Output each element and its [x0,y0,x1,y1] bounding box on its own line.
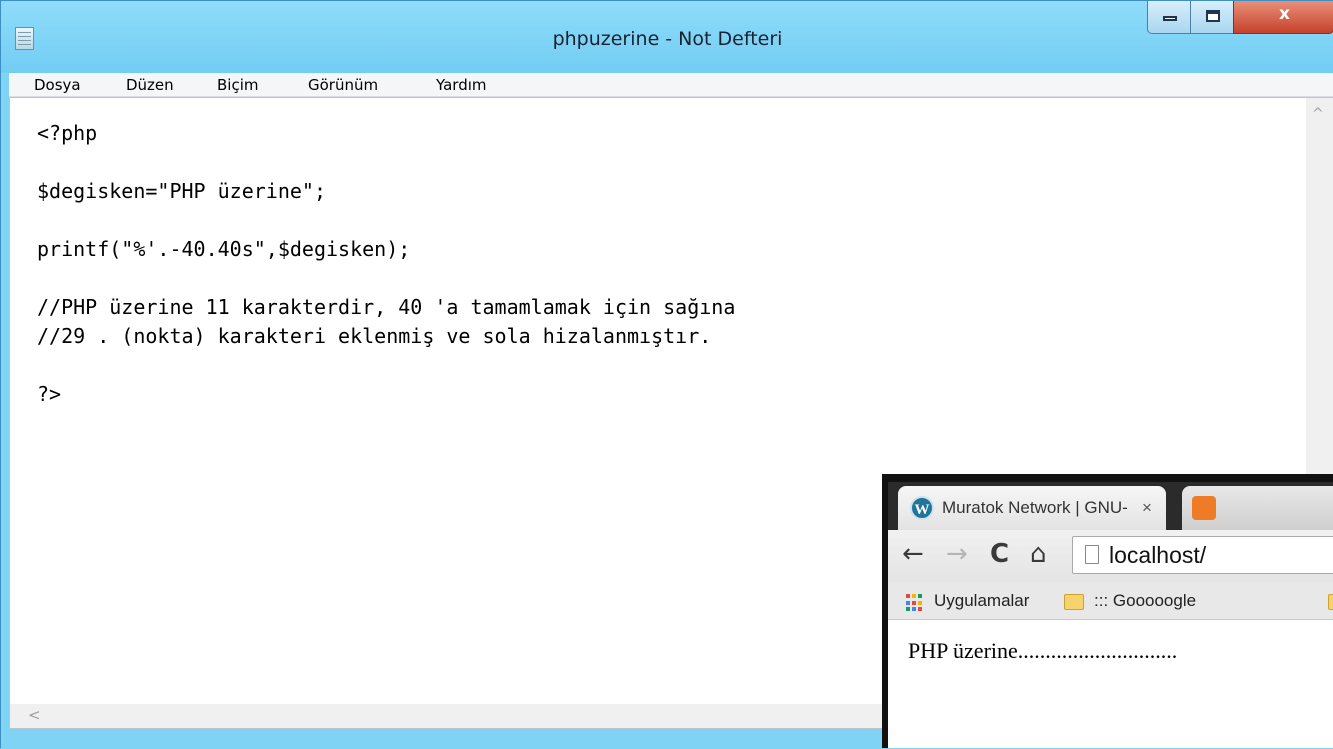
apps-grid-dot [912,600,916,605]
close-button[interactable]: x [1233,1,1333,34]
browser-toolbar: ← → C ⌂ localhost/ [888,530,1333,582]
home-icon[interactable]: ⌂ [1030,539,1047,569]
code-line: $degisken="PHP üzerine"; [37,179,326,203]
title-bar[interactable]: phpuzerine - Not Defteri x [1,1,1333,73]
code-line: ?> [37,382,62,406]
apps-grid-dot [906,607,910,612]
apps-grid-dot [918,600,922,605]
menu-gorunum[interactable]: Görünüm [308,76,378,94]
php-output: PHP üzerine............................. [908,638,1178,663]
apps-grid-dot [918,607,922,612]
close-icon: x [1279,4,1290,24]
maximize-button[interactable] [1190,1,1234,34]
code-line: <?php [37,121,98,145]
url-text[interactable]: localhost/ [1109,542,1206,569]
apps-grid-dot [906,594,910,598]
address-bar[interactable]: localhost/ [1072,536,1333,574]
scroll-left-icon[interactable]: < [28,706,41,724]
tab-favicon-icon [1192,496,1216,520]
menu-yardim[interactable]: Yardım [436,76,487,94]
maximize-icon [1206,10,1220,22]
forward-arrow-icon[interactable]: → [946,539,968,569]
folder-icon[interactable] [1064,594,1084,610]
code-line: //29 . (nokta) karakteri eklenmiş ve sol… [37,324,712,348]
browser-tab-second[interactable] [1182,486,1333,530]
tab-close-icon[interactable]: × [1142,498,1152,518]
code-line: printf("%'.-40.40s",$degisken); [37,237,411,261]
bookmarks-bar: Uygulamalar ::: Gooooogle [888,582,1333,620]
apps-grid-dot [912,594,916,598]
back-arrow-icon[interactable]: ← [902,539,924,569]
page-icon [1085,545,1099,564]
wordpress-icon: W [910,496,934,520]
menu-dosya[interactable]: Dosya [34,76,81,94]
folder-icon[interactable] [1328,594,1333,610]
window-title: phpuzerine - Not Defteri [552,28,783,50]
apps-grid-icon[interactable] [906,594,924,612]
scroll-up-icon[interactable]: ^ [1312,106,1324,122]
menu-bar: Dosya Düzen Biçim Görünüm Yardım [9,73,1333,97]
menu-duzen[interactable]: Düzen [126,76,174,94]
menu-bicim[interactable]: Biçim [217,76,258,94]
browser-tab-active[interactable]: W Muratok Network | GNU-L × [898,486,1166,530]
reload-icon[interactable]: C [990,539,1009,569]
bookmark-google[interactable]: ::: Gooooogle [1094,591,1196,611]
code-line: //PHP üzerine 11 karakterdir, 40 'a tama… [37,295,736,319]
minimize-icon [1163,16,1177,21]
browser-window: W Muratok Network | GNU-L × ← → C ⌂ loca… [882,474,1333,748]
editor-content[interactable]: <?php $degisken="PHP üzerine"; printf("%… [37,119,735,409]
bookmark-apps[interactable]: Uygulamalar [934,591,1029,611]
page-content: PHP üzerine............................. [888,620,1333,748]
tab-title: Muratok Network | GNU-L [942,498,1127,517]
apps-grid-dot [918,594,922,598]
browser-frame: W Muratok Network | GNU-L × ← → C ⌂ loca… [888,482,1333,748]
apps-grid-dot [912,607,916,612]
minimize-button[interactable] [1147,1,1191,34]
apps-grid-dot [906,600,910,605]
tab-strip: W Muratok Network | GNU-L × [888,482,1333,530]
